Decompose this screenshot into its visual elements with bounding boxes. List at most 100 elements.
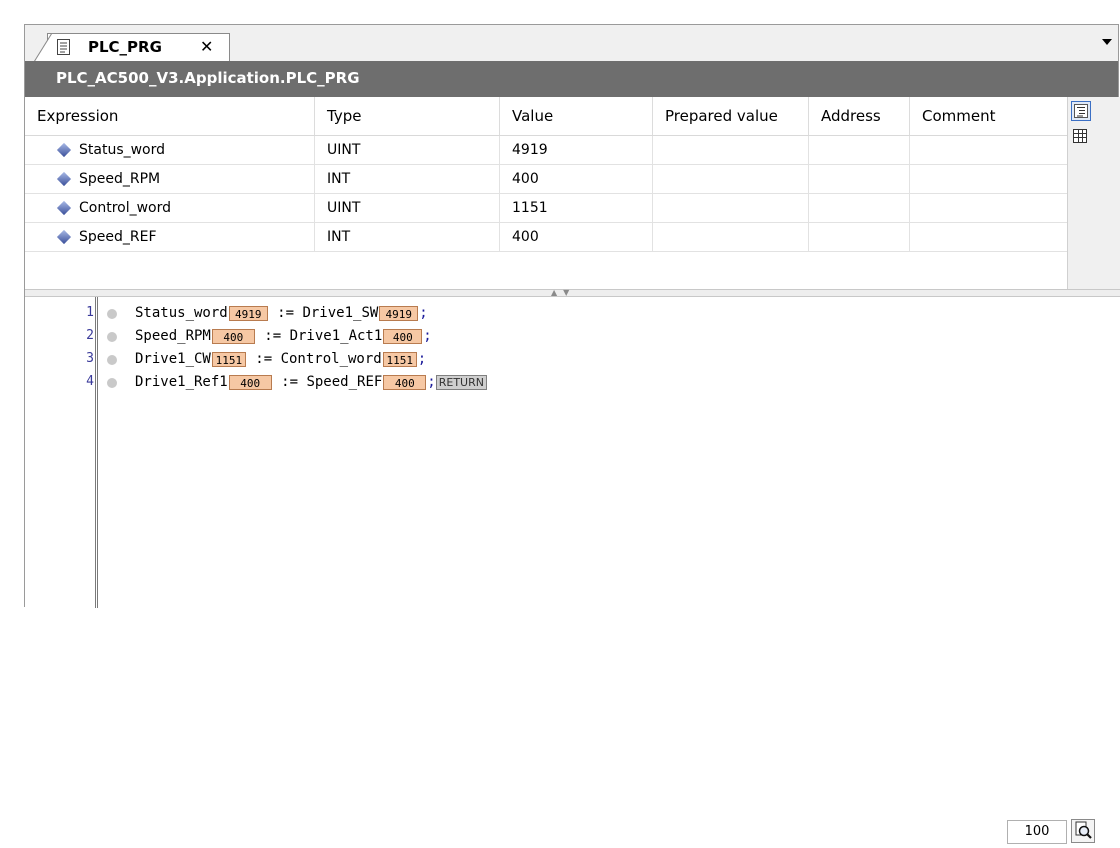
variable-diamond-icon <box>56 171 72 187</box>
assign-operator: := <box>246 351 281 367</box>
value-cell: 1151 <box>500 194 653 222</box>
prepared-value-cell[interactable] <box>653 223 809 251</box>
table-view-icon[interactable] <box>1071 127 1091 147</box>
type-cell: UINT <box>315 194 500 222</box>
splitter-arrows-icon: ▲▼ <box>551 288 576 297</box>
monitor-value[interactable]: 1151 <box>211 351 246 367</box>
address-cell <box>809 136 910 164</box>
lhs-variable: Status_word <box>135 305 228 321</box>
close-icon[interactable]: ✕ <box>200 37 213 56</box>
table-row[interactable]: Control_word UINT 1151 <box>25 194 1091 223</box>
watch-header: Expression Type Value Prepared value Add… <box>25 97 1091 136</box>
column-expression[interactable]: Expression <box>25 97 315 135</box>
document-icon <box>57 39 70 55</box>
column-prepared-value[interactable]: Prepared value <box>653 97 809 135</box>
rhs-variable: Speed_REF <box>306 374 383 390</box>
prepared-value-cell[interactable] <box>653 194 809 222</box>
expression-cell: Speed_RPM <box>25 165 315 193</box>
monitor-value[interactable]: 1151 <box>382 351 417 367</box>
tab-bar: PLC_PRG ✕ <box>25 25 1118 62</box>
view-toggle-bar <box>1067 97 1094 289</box>
line-number: 4 <box>86 374 94 389</box>
monitor-value[interactable]: 400 <box>383 328 423 344</box>
line-number: 2 <box>86 328 94 343</box>
comment-cell <box>910 136 1062 164</box>
zoom-field[interactable]: 100 <box>1007 820 1067 844</box>
line-gutter <box>25 297 95 608</box>
comment-cell <box>910 194 1062 222</box>
value-cell: 400 <box>500 165 653 193</box>
prepared-value-cell[interactable] <box>653 165 809 193</box>
monitor-value[interactable]: 4919 <box>228 305 268 321</box>
rhs-variable: Drive1_Act1 <box>289 328 383 344</box>
expression-text: Control_word <box>79 200 172 216</box>
monitor-value[interactable]: 400 <box>228 374 272 390</box>
watch-table: Expression Type Value Prepared value Add… <box>25 97 1093 289</box>
tab-edge <box>34 33 52 62</box>
editor-window: PLC_PRG ✕ PLC_AC500_V3.Application.PLC_P… <box>24 24 1120 844</box>
code-line[interactable]: Drive1_CW 1151 := Control_word 1151; <box>135 349 426 369</box>
tab-plc-prg[interactable]: PLC_PRG ✕ <box>34 33 230 62</box>
type-cell: INT <box>315 223 500 251</box>
tab-title: PLC_PRG <box>88 38 162 56</box>
expression-text: Status_word <box>79 142 166 158</box>
statement-end: ; <box>423 328 432 344</box>
object-path-bar: PLC_AC500_V3.Application.PLC_PRG <box>25 61 1118 97</box>
address-cell <box>809 165 910 193</box>
table-row[interactable]: Speed_REF INT 400 <box>25 223 1091 252</box>
breakpoint-marker-icon[interactable] <box>107 332 117 342</box>
magnifier-icon[interactable] <box>1070 818 1096 844</box>
chevron-down-icon[interactable] <box>1102 39 1112 45</box>
watch-side-panel <box>1091 97 1120 289</box>
monitor-value[interactable]: 400 <box>211 328 255 344</box>
statement-end: ; <box>417 351 427 367</box>
gutter-divider <box>95 297 98 608</box>
type-cell: INT <box>315 165 500 193</box>
code-line[interactable]: Status_word 4919 := Drive1_SW 4919; <box>135 303 428 323</box>
line-number: 3 <box>86 351 94 366</box>
expression-text: Speed_REF <box>79 229 157 245</box>
column-value[interactable]: Value <box>500 97 653 135</box>
column-type[interactable]: Type <box>315 97 500 135</box>
lhs-variable: Drive1_Ref1 <box>135 374 228 390</box>
code-editor[interactable]: 1 Status_word 4919 := Drive1_SW 4919; 2 Sp… <box>25 297 1120 844</box>
expression-cell: Control_word <box>25 194 315 222</box>
column-address[interactable]: Address <box>809 97 910 135</box>
monitor-value[interactable]: 400 <box>383 374 427 390</box>
address-cell <box>809 194 910 222</box>
rhs-variable: Drive1_SW <box>302 305 379 321</box>
value-cell: 400 <box>500 223 653 251</box>
lhs-variable: Speed_RPM <box>135 328 211 344</box>
variable-diamond-icon <box>56 142 72 158</box>
expression-text: Speed_RPM <box>79 171 161 187</box>
object-path: PLC_AC500_V3.Application.PLC_PRG <box>56 69 360 87</box>
pane-splitter[interactable]: ▲▼ <box>25 288 1120 297</box>
breakpoint-marker-icon[interactable] <box>107 378 117 388</box>
lhs-variable: Drive1_CW <box>135 351 211 367</box>
comment-cell <box>910 165 1062 193</box>
column-comment[interactable]: Comment <box>910 97 1062 135</box>
prepared-value-cell[interactable] <box>653 136 809 164</box>
assign-operator: := <box>268 305 303 321</box>
statement-end: ; <box>427 374 436 390</box>
code-line[interactable]: Speed_RPM 400 := Drive1_Act1 400; <box>135 326 432 346</box>
return-flag[interactable]: RETURN <box>435 374 487 390</box>
variable-diamond-icon <box>56 229 72 245</box>
expression-cell: Status_word <box>25 136 315 164</box>
rhs-variable: Control_word <box>280 351 382 367</box>
line-number: 1 <box>86 305 94 320</box>
code-line[interactable]: Drive1_Ref1 400 := Speed_REF 400; RETURN <box>135 372 487 392</box>
monitor-value[interactable]: 4919 <box>379 305 419 321</box>
type-cell: UINT <box>315 136 500 164</box>
variable-diamond-icon <box>56 200 72 216</box>
list-view-icon[interactable] <box>1071 101 1091 121</box>
assign-operator: := <box>272 374 307 390</box>
value-cell: 4919 <box>500 136 653 164</box>
table-row[interactable]: Status_word UINT 4919 <box>25 136 1091 165</box>
expression-cell: Speed_REF <box>25 223 315 251</box>
comment-cell <box>910 223 1062 251</box>
breakpoint-marker-icon[interactable] <box>107 355 117 365</box>
assign-operator: := <box>255 328 290 344</box>
breakpoint-marker-icon[interactable] <box>107 309 117 319</box>
table-row[interactable]: Speed_RPM INT 400 <box>25 165 1091 194</box>
